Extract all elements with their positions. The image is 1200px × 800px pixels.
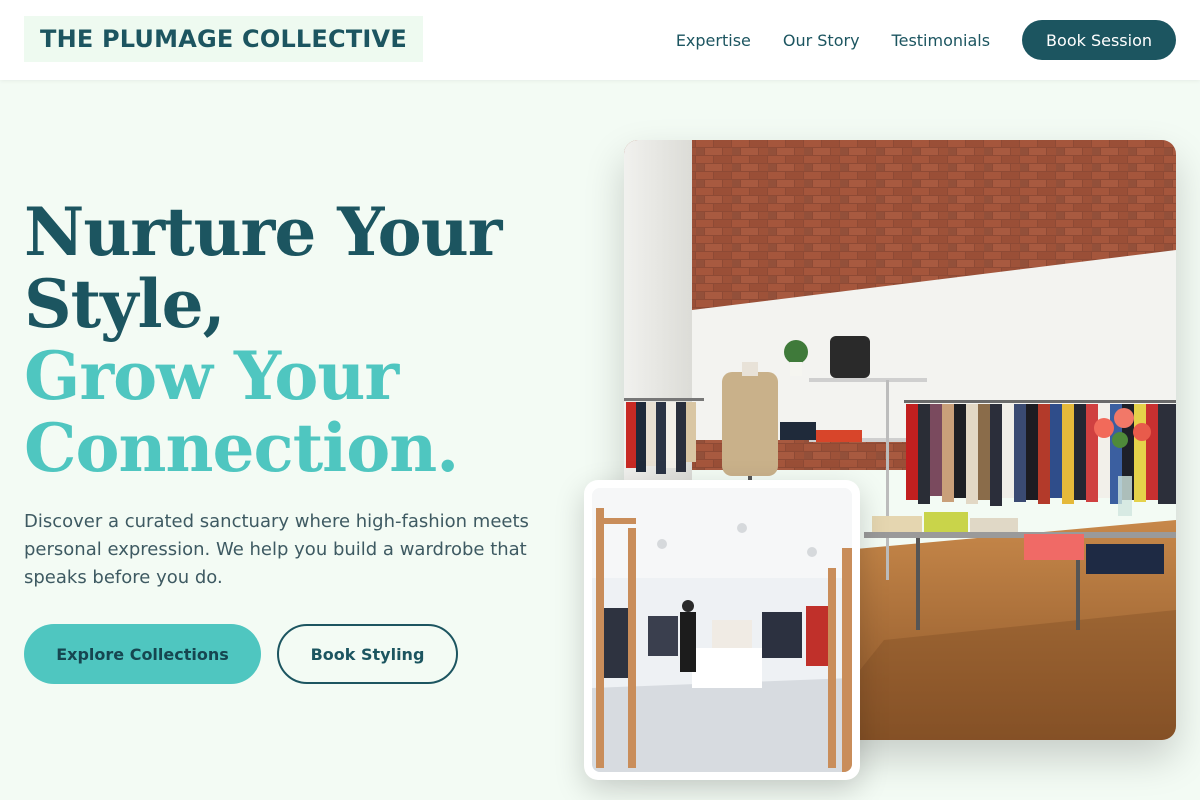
nav-link-our-story[interactable]: Our Story [783, 31, 860, 50]
headline-line-1: Nurture Your [24, 193, 502, 271]
store-floor-photo [584, 480, 860, 780]
explore-collections-button[interactable]: Explore Collections [24, 624, 261, 684]
headline-line-3: Grow Your [24, 337, 399, 415]
book-styling-button[interactable]: Book Styling [277, 624, 458, 684]
hero-headline: Nurture Your Style, Grow Your Connection… [24, 196, 564, 484]
nav-link-testimonials[interactable]: Testimonials [892, 31, 991, 50]
brand-logo[interactable]: THE PLUMAGE COLLECTIVE [24, 16, 423, 62]
headline-line-2: Style, [24, 265, 226, 343]
site-header: THE PLUMAGE COLLECTIVE Expertise Our Sto… [0, 0, 1200, 80]
hero-subtext: Discover a curated sanctuary where high-… [24, 511, 529, 588]
book-session-button[interactable]: Book Session [1022, 20, 1176, 60]
nav-link-expertise[interactable]: Expertise [676, 31, 751, 50]
main-nav: Expertise Our Story Testimonials Book Se… [676, 20, 1176, 60]
headline-line-4: Connection. [24, 409, 459, 487]
